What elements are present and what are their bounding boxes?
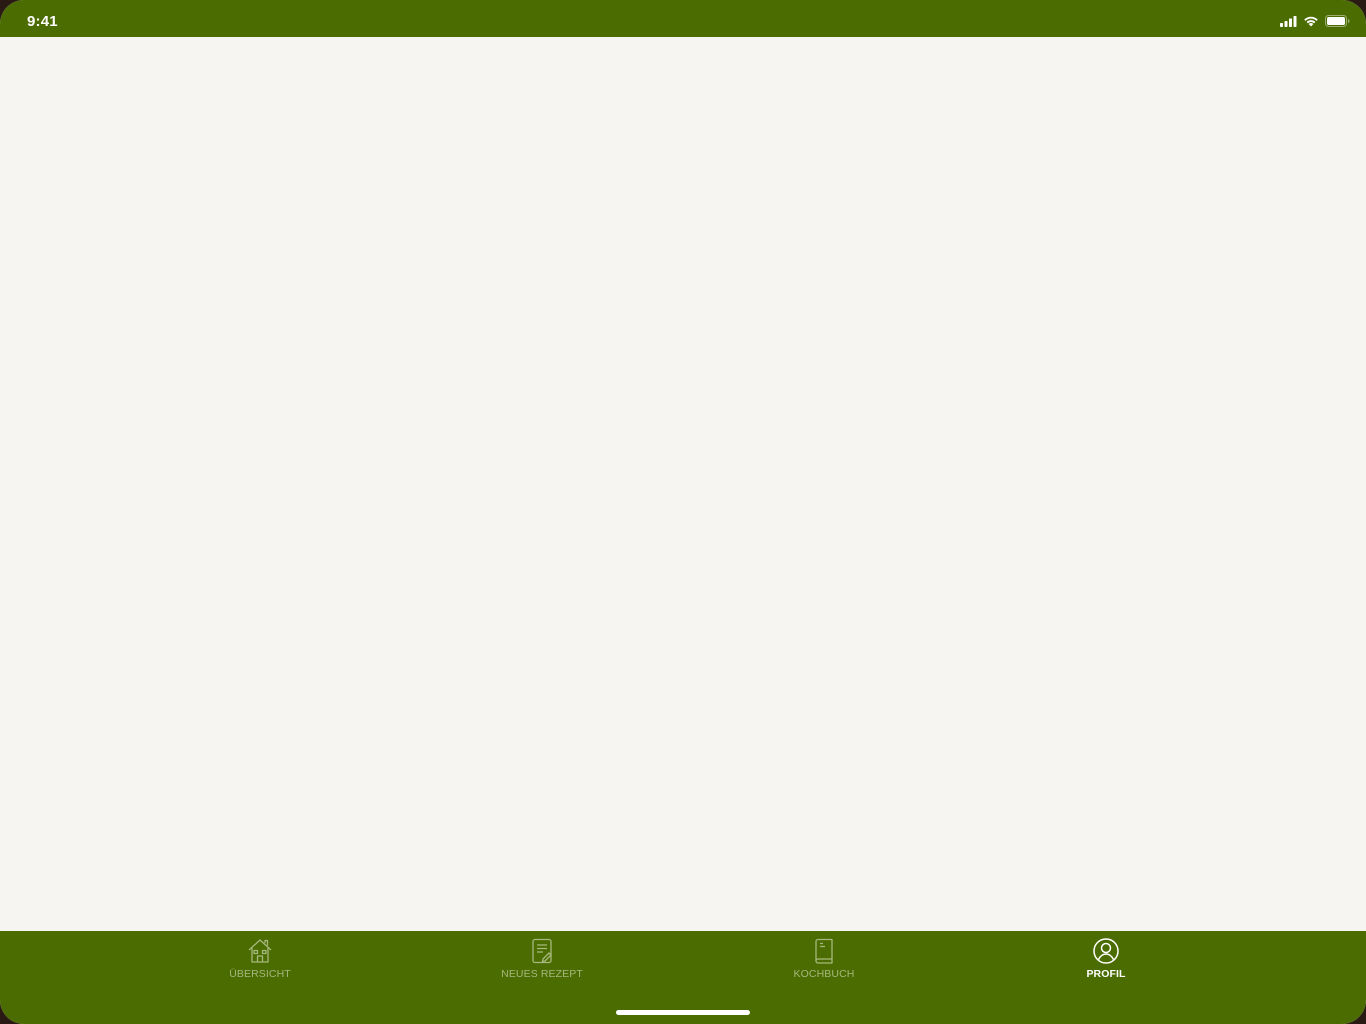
- wifi-icon: [1304, 16, 1318, 27]
- cookbook-icon: [815, 938, 833, 964]
- status-time: 9:41: [27, 13, 58, 30]
- signal-icon: [1280, 15, 1297, 27]
- tab-profil[interactable]: PROFIL: [1026, 937, 1186, 987]
- main-content: [0, 37, 1366, 931]
- tab-kochbuch[interactable]: KOCHBUCH: [744, 937, 904, 987]
- tab-label: ÜBERSICHT: [229, 968, 291, 980]
- tab-label: KOCHBUCH: [793, 968, 855, 980]
- battery-icon: [1325, 15, 1350, 27]
- profile-icon: [1093, 938, 1119, 964]
- status-bar: 9:41: [0, 0, 1366, 37]
- tab-uebersicht[interactable]: ÜBERSICHT: [180, 937, 340, 987]
- app-screen: 9:41 ÜBERSICHT NEUES REZEPT KOCHBUCH PRO…: [0, 0, 1366, 1024]
- status-icons: [1280, 15, 1350, 27]
- house-icon: [248, 939, 272, 963]
- tab-neues-rezept[interactable]: NEUES REZEPT: [462, 937, 622, 987]
- recipe-note-icon: [532, 938, 552, 964]
- tab-label: PROFIL: [1086, 968, 1126, 980]
- tab-label: NEUES REZEPT: [501, 968, 583, 980]
- home-indicator: [616, 1010, 750, 1015]
